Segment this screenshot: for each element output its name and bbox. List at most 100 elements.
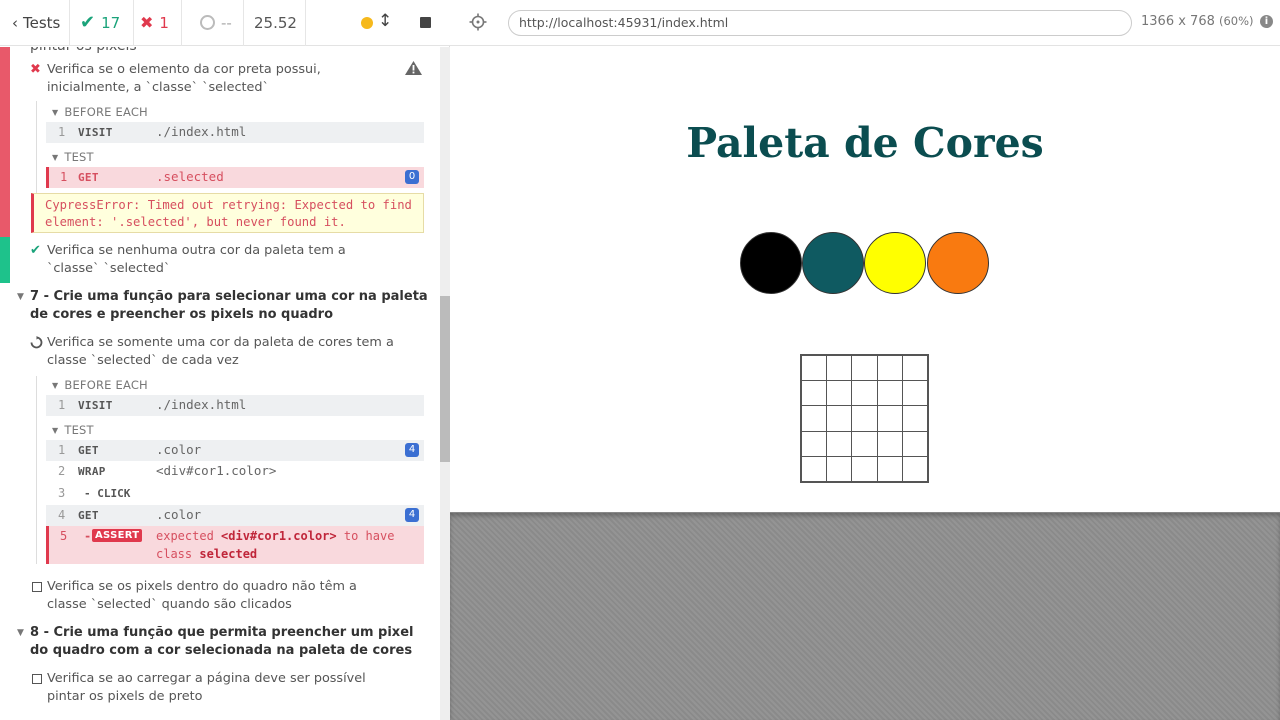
passed-check-icon: ✔ xyxy=(30,243,41,258)
assert-tag: ASSERT xyxy=(92,529,143,542)
suite-title-8[interactable]: 8 - Crie uma função que permita preenche… xyxy=(30,624,430,660)
test-title-pending[interactable]: Verifica se os pixels dentro do quadro n… xyxy=(47,578,397,614)
partial-test-title: pintar os pixels xyxy=(30,47,137,55)
pixel[interactable] xyxy=(902,379,929,407)
command-row-failed[interactable]: 1 GET .selected 0 xyxy=(46,167,424,188)
caret-down-icon: ▼ xyxy=(17,292,24,302)
viewport-size: 1366 x 768 (60%) xyxy=(1141,14,1254,29)
command-number: 5 xyxy=(60,529,68,543)
pixel[interactable] xyxy=(902,405,929,432)
pixel[interactable] xyxy=(851,456,878,483)
pixel[interactable] xyxy=(851,405,878,432)
running-spinner-icon xyxy=(30,336,43,349)
command-name: GET xyxy=(78,171,99,184)
pixel[interactable] xyxy=(825,354,853,381)
aut-header: http://localhost:45931/index.html 1366 x… xyxy=(450,0,1280,46)
assert-expected: expected xyxy=(156,529,214,543)
command-number: 1 xyxy=(58,125,66,139)
autoscroll-toggle-icon[interactable]: ↕ xyxy=(378,11,392,31)
pending-count[interactable]: -- xyxy=(182,0,244,46)
pixel[interactable] xyxy=(825,456,853,483)
test-title-pending[interactable]: Verifica se ao carregar a página deve se… xyxy=(47,670,397,706)
test-hook-label[interactable]: ▼ TEST xyxy=(52,150,94,164)
command-row[interactable]: 1 VISIT ./index.html xyxy=(46,395,424,416)
pixel[interactable] xyxy=(851,379,878,407)
command-number: 2 xyxy=(58,464,66,478)
stop-icon[interactable] xyxy=(420,16,431,28)
palette-color-black[interactable] xyxy=(740,232,802,294)
caret-down-icon: ▼ xyxy=(52,108,59,117)
command-row[interactable]: 4 GET .color 4 xyxy=(46,505,424,526)
pixel[interactable] xyxy=(825,430,853,458)
pending-checkbox-icon xyxy=(32,582,42,592)
before-each-label[interactable]: ▼ BEFORE EACH xyxy=(52,105,148,119)
palette-color-teal[interactable] xyxy=(802,232,864,294)
element-count-badge: 4 xyxy=(405,508,419,522)
reporter-body: pintar os pixels ✖ Verifica se o element… xyxy=(0,47,440,720)
page-title: Paleta de Cores xyxy=(686,119,1044,167)
failed-number: 1 xyxy=(159,13,169,32)
pixel[interactable] xyxy=(876,405,904,432)
command-row[interactable]: 1 VISIT ./index.html xyxy=(46,122,424,143)
pixel[interactable] xyxy=(876,456,904,483)
crosshair-selector-icon[interactable] xyxy=(469,13,487,31)
pixel[interactable] xyxy=(851,354,878,381)
url-bar[interactable]: http://localhost:45931/index.html xyxy=(508,10,1132,36)
warning-icon[interactable] xyxy=(404,60,423,76)
assert-row-failed[interactable]: 5 - ASSERT expected <div#cor1.color> to … xyxy=(46,526,424,564)
pending-ring-icon xyxy=(200,15,215,30)
test-hook-label[interactable]: ▼ TEST xyxy=(52,423,94,437)
failed-x-icon: ✖ xyxy=(30,62,41,77)
command-message: .color xyxy=(156,442,202,457)
pixel[interactable] xyxy=(800,354,827,381)
x-icon: ✖ xyxy=(140,13,154,32)
suite-title-7[interactable]: 7 - Crie uma função para selecionar uma … xyxy=(30,288,430,324)
pixel[interactable] xyxy=(902,456,929,483)
check-icon: ✔ xyxy=(80,12,96,33)
test-title-failed[interactable]: Verifica se o elemento da cor preta poss… xyxy=(47,61,397,97)
pixel[interactable] xyxy=(825,379,853,407)
caret-down-icon: ▼ xyxy=(17,628,24,638)
before-each-text: BEFORE EACH xyxy=(64,105,148,119)
pixel[interactable] xyxy=(902,430,929,458)
command-number: 3 xyxy=(58,486,66,500)
command-row[interactable]: 1 GET .color 4 xyxy=(46,440,424,461)
command-message: <div#cor1.color> xyxy=(156,463,277,478)
palette-color-orange[interactable] xyxy=(927,232,989,294)
test-title-running[interactable]: Verifica se somente uma cor da paleta de… xyxy=(47,334,397,370)
before-each-label[interactable]: ▼ BEFORE EACH xyxy=(52,378,148,392)
command-name: WRAP xyxy=(78,465,106,478)
test-hook-text: TEST xyxy=(64,423,94,437)
reporter-header: ‹ Tests ✔ 17 ✖ 1 -- 25.52 ↕ xyxy=(0,0,450,46)
pixel[interactable] xyxy=(800,456,827,483)
element-count-badge: 0 xyxy=(405,170,419,184)
passed-count[interactable]: ✔ 17 xyxy=(70,0,134,46)
pixel[interactable] xyxy=(876,354,904,381)
pixel[interactable] xyxy=(800,430,827,458)
pixel[interactable] xyxy=(800,405,827,432)
pixel[interactable] xyxy=(876,430,904,458)
failed-count[interactable]: ✖ 1 xyxy=(134,0,182,46)
palette-color-yellow[interactable] xyxy=(864,232,926,294)
command-number: 1 xyxy=(60,170,68,184)
pixel[interactable] xyxy=(902,354,929,381)
pixel[interactable] xyxy=(851,430,878,458)
command-row[interactable]: 3 - CLICK xyxy=(46,483,424,504)
pixel[interactable] xyxy=(825,405,853,432)
reporter-panel: ‹ Tests ✔ 17 ✖ 1 -- 25.52 ↕ pintar os pi… xyxy=(0,0,450,720)
test-title-passed[interactable]: Verifica se nenhuma outra cor da paleta … xyxy=(47,242,397,278)
caret-down-icon: ▼ xyxy=(52,381,59,390)
element-count-badge: 4 xyxy=(405,443,419,457)
failed-state-bar xyxy=(0,47,10,237)
command-row[interactable]: 2 WRAP <div#cor1.color> xyxy=(46,461,424,482)
reporter-scroll-thumb[interactable] xyxy=(440,296,450,462)
child-dash: - xyxy=(84,529,92,543)
pixel[interactable] xyxy=(876,379,904,407)
command-number: 1 xyxy=(58,398,66,412)
pixel[interactable] xyxy=(800,379,827,407)
tests-button[interactable]: ‹ Tests xyxy=(0,0,70,46)
caret-down-icon: ▼ xyxy=(52,153,59,162)
info-icon[interactable]: i xyxy=(1260,15,1273,28)
tests-label: Tests xyxy=(23,13,61,32)
error-message[interactable]: CypressError: Timed out retrying: Expect… xyxy=(31,193,424,233)
